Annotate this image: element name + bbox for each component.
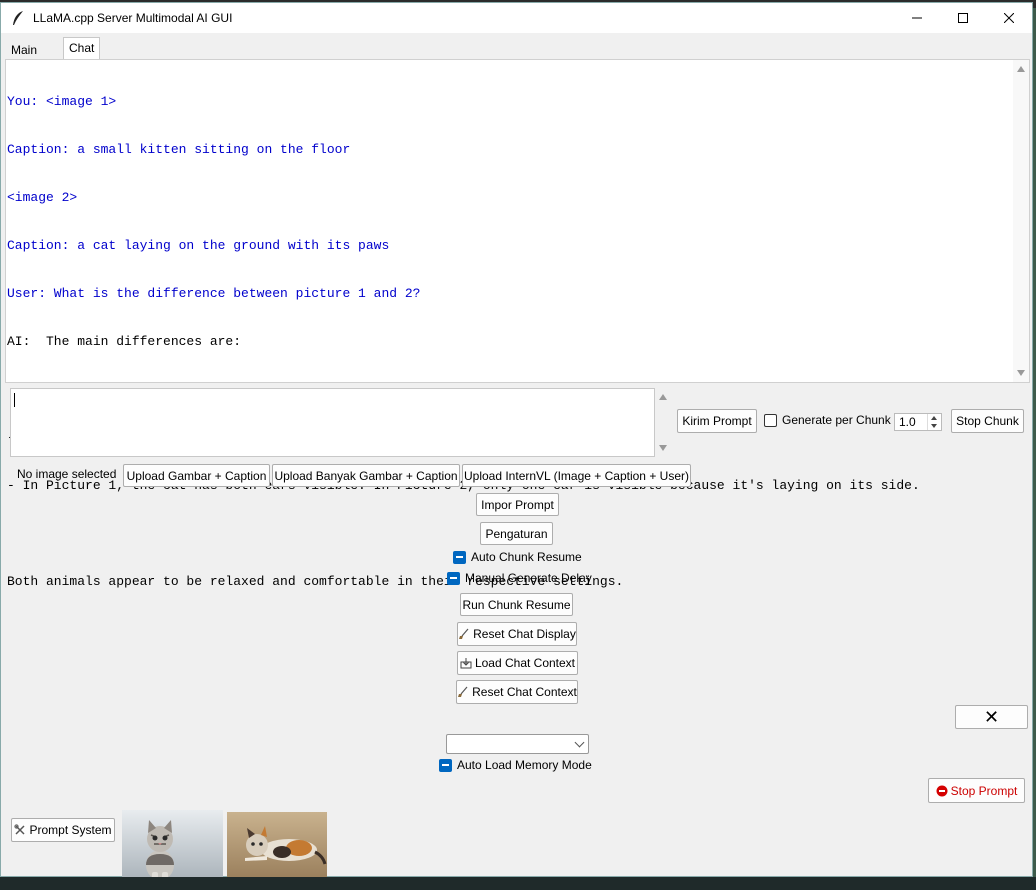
minimize-button[interactable] (894, 3, 940, 33)
background-terminal-strip (0, 877, 1036, 890)
auto-load-memory-checkbox[interactable] (439, 759, 452, 772)
reset-chat-display-label: Reset Chat Display (473, 627, 576, 641)
prompt-system-button[interactable]: Prompt System (11, 818, 115, 842)
close-panel-button[interactable]: ✕ (955, 705, 1028, 729)
chat-line: Caption: a cat laying on the ground with… (7, 238, 390, 253)
settings-button[interactable]: Pengaturan (480, 522, 553, 545)
stop-chunk-button[interactable]: Stop Chunk (951, 409, 1024, 433)
broom-icon (459, 628, 469, 639)
chat-scrollbar[interactable] (1013, 60, 1029, 382)
close-icon: ✕ (983, 706, 1000, 727)
chat-display[interactable]: You: <image 1> Caption: a small kitten s… (5, 59, 1030, 589)
spin-up-icon[interactable] (931, 416, 937, 420)
app-window: LLaMA.cpp Server Multimodal AI GUI Main … (0, 2, 1033, 880)
kitten-thumbnail[interactable] (122, 810, 223, 880)
maximize-button[interactable] (940, 3, 986, 33)
load-icon (460, 658, 472, 669)
import-prompt-button[interactable]: Impor Prompt (476, 493, 559, 516)
minimize-icon (912, 17, 922, 19)
scroll-down-icon[interactable] (1017, 370, 1025, 376)
text-caret (14, 393, 15, 407)
upload-many-images-button[interactable]: Upload Banyak Gambar + Caption (272, 464, 460, 487)
generate-per-chunk-checkbox[interactable] (764, 414, 777, 427)
prompt-system-label: Prompt System (29, 823, 112, 837)
scroll-down-icon[interactable] (659, 445, 667, 451)
prompt-scrollbar[interactable] (655, 388, 671, 457)
auto-chunk-resume-checkbox[interactable] (453, 551, 466, 564)
load-chat-context-button[interactable]: Load Chat Context (457, 651, 578, 675)
chat-lines: You: <image 1> Caption: a small kitten s… (7, 62, 920, 622)
run-chunk-resume-button[interactable]: Run Chunk Resume (460, 593, 573, 616)
chat-line: You: <image 1> (7, 94, 117, 109)
reset-chat-context-button[interactable]: Reset Chat Context (456, 680, 578, 704)
scroll-up-icon[interactable] (659, 394, 667, 400)
broom-icon (458, 686, 468, 697)
spin-arrows[interactable] (927, 414, 941, 430)
title-bar: LLaMA.cpp Server Multimodal AI GUI (1, 3, 1032, 33)
chunk-spinbox[interactable]: 1.0 (894, 413, 942, 431)
window-title: LLaMA.cpp Server Multimodal AI GUI (33, 11, 233, 25)
manual-generate-delay-checkbox[interactable] (447, 572, 460, 585)
scroll-up-icon[interactable] (1017, 66, 1025, 72)
memory-mode-select[interactable] (446, 734, 589, 754)
load-chat-context-label: Load Chat Context (474, 656, 576, 670)
manual-generate-delay-label: Manual Generate Delay (465, 571, 592, 585)
image-status: No image selected (17, 467, 117, 481)
prompt-input[interactable] (10, 388, 655, 457)
upload-internvl-button[interactable]: Upload InternVL (Image + Caption + User) (462, 464, 691, 487)
chat-line: Both animals appear to be relaxed and co… (7, 574, 624, 589)
feather-icon (13, 11, 23, 25)
close-window-button[interactable] (986, 3, 1032, 33)
cat-lying-thumbnail[interactable] (227, 812, 327, 879)
chevron-down-icon (574, 737, 585, 748)
auto-load-memory-label: Auto Load Memory Mode (457, 758, 592, 772)
chat-line: User: What is the difference between pic… (7, 286, 421, 301)
send-prompt-button[interactable]: Kirim Prompt (677, 409, 757, 433)
reset-chat-display-button[interactable]: Reset Chat Display (457, 622, 577, 646)
upload-image-caption-button[interactable]: Upload Gambar + Caption (123, 464, 270, 487)
chat-line: AI: The main differences are: (7, 334, 242, 349)
chunk-value: 1.0 (899, 415, 916, 429)
tools-icon (14, 824, 26, 835)
spin-down-icon[interactable] (931, 424, 937, 428)
stop-icon (936, 785, 948, 796)
generate-per-chunk-label: Generate per Chunk (782, 413, 891, 427)
chat-line (7, 526, 920, 542)
auto-chunk-resume-label: Auto Chunk Resume (471, 550, 582, 564)
maximize-icon (958, 13, 968, 23)
stop-prompt-button[interactable]: Stop Prompt (928, 778, 1025, 803)
chat-line: Caption: a small kitten sitting on the f… (7, 142, 351, 157)
tab-chat-1[interactable]: Chat 1 (63, 37, 101, 75)
close-icon (1004, 13, 1014, 23)
chat-line: <image 2> (7, 190, 78, 205)
reset-chat-context-label: Reset Chat Context (472, 685, 577, 699)
stop-prompt-label: Stop Prompt (950, 783, 1018, 798)
tab-main[interactable]: Main Tab (5, 39, 43, 77)
